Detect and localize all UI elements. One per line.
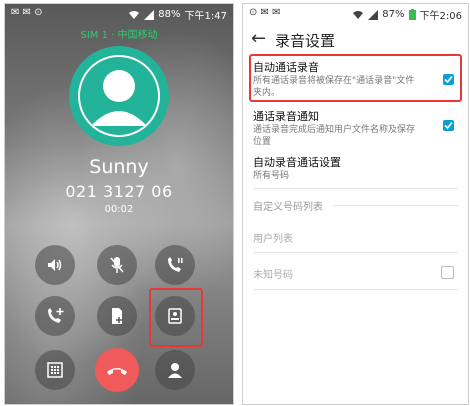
mute-mic-icon: [110, 257, 124, 273]
auto-record-highlight: [249, 54, 462, 102]
battery-icon: [408, 9, 416, 20]
notification-icons: ⊙ ✉ ✉: [249, 7, 281, 18]
setting-subtitle: 通话录音完成后通知用户文件名称及保存位置: [253, 125, 416, 147]
signal-icon: [368, 9, 379, 20]
contact-avatar: [69, 46, 169, 146]
unknown-numbers-checkbox[interactable]: [441, 266, 454, 279]
hold-button[interactable]: [155, 245, 195, 285]
unknown-numbers-item[interactable]: 未知号码: [253, 266, 458, 281]
add-call-button[interactable]: [35, 296, 75, 336]
phone-hold-icon: [168, 257, 183, 272]
battery-percent: 87%: [382, 9, 405, 20]
divider: [253, 252, 458, 253]
page-title: 录音设置: [275, 32, 336, 50]
clock: 下午1:47: [184, 11, 227, 22]
record-highlight: [149, 288, 203, 347]
back-arrow-icon[interactable]: ←: [251, 28, 266, 49]
user-list-item[interactable]: 用户列表: [253, 230, 458, 245]
status-bar: ✉ ✉ ⊙ 88% 下午1:47: [5, 4, 233, 22]
end-call-icon: [107, 368, 127, 375]
speaker-button[interactable]: [35, 245, 75, 285]
call-screen: ✉ ✉ ⊙ 88% 下午1:47 SIM 1 · 中国移动 Sunny 021 …: [4, 3, 234, 405]
divider: [253, 289, 458, 290]
record-notification-checkbox[interactable]: [443, 120, 454, 131]
recording-settings-screen: ⊙ ✉ ✉ 87% 下午2:06 ← 录音设置 自动通话录音 所有通话录音将被保…: [242, 3, 469, 405]
contact-name: Sunny: [89, 156, 149, 178]
notification-icons: ✉ ✉ ⊙: [11, 7, 43, 18]
sim-label: SIM 1 · 中国移动: [80, 30, 158, 41]
header-line: [333, 205, 458, 206]
transfer-button[interactable]: [97, 296, 137, 336]
checkmark-icon: [444, 121, 453, 130]
file-add-icon: [112, 308, 122, 324]
speaker-icon: [48, 259, 62, 271]
phone-number: 021 3127 06: [65, 182, 173, 201]
record-notification-setting[interactable]: 通话录音通知 通话录音完成后通知用户文件名称及保存位置: [253, 108, 458, 148]
auto-record-call-setting[interactable]: 自动录音通话设置 所有号码: [253, 154, 458, 182]
setting-subtitle: 所有号码: [253, 171, 290, 181]
battery-percent: 88%: [158, 9, 181, 20]
contact-button[interactable]: [155, 350, 195, 390]
call-timer: 00:02: [104, 204, 134, 215]
wifi-icon: [129, 10, 140, 19]
contact-icon: [168, 363, 182, 378]
app-bar: ← 录音设置: [243, 26, 468, 54]
keypad-button[interactable]: [35, 350, 75, 390]
clock: 下午2:06: [419, 11, 462, 22]
setting-title: 通话录音通知: [253, 110, 319, 123]
end-call-button[interactable]: [95, 348, 139, 392]
setting-title: 自动录音通话设置: [253, 156, 341, 169]
signal-icon: [144, 9, 155, 20]
person-icon: [78, 55, 160, 137]
status-bar: ⊙ ✉ ✉ 87% 下午2:06: [243, 4, 468, 22]
mute-button[interactable]: [97, 245, 137, 285]
unknown-numbers-label: 未知号码: [253, 270, 293, 281]
wifi-icon: [353, 10, 364, 19]
user-list-label: 用户列表: [253, 234, 293, 245]
divider: [253, 188, 458, 189]
keypad-icon: [47, 362, 63, 378]
add-call-icon: [48, 308, 64, 323]
